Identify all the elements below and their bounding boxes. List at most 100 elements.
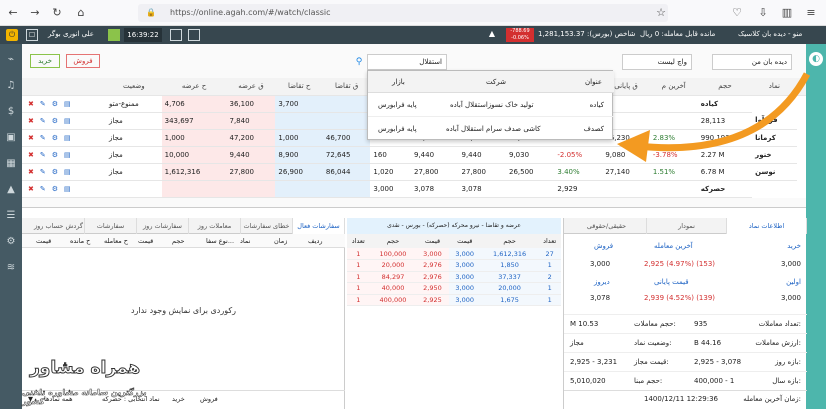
table-cell: 1,000 — [275, 129, 323, 147]
stack-icon[interactable]: ≋ — [4, 262, 18, 274]
edit-icon[interactable]: ✎ — [40, 168, 46, 176]
popup-symbol: کصدف — [583, 125, 604, 133]
doc-icon[interactable]: ▤ — [64, 168, 71, 176]
popup-row[interactable]: کصدف کاشی صدف سرام استقلال آباده پایه فر… — [368, 117, 614, 141]
library-icon[interactable]: ▥ — [780, 6, 794, 20]
edit-icon[interactable]: ✎ — [40, 117, 46, 125]
row-actions: ✖ ✎ ⚙ ▤ — [22, 112, 106, 130]
popup-col-title: عنوان — [585, 78, 602, 86]
orders-header: ردیف زمان نماد نوع سفا... حجم قیمت ح معامله ح م… — [22, 234, 345, 248]
stat-label: حجم معاملات: — [634, 320, 676, 328]
last-time-label: زمان آخرین معامله: — [743, 395, 801, 403]
popup-market: پایه فرابورس — [378, 125, 417, 133]
doc-icon[interactable]: ▤ — [64, 117, 71, 125]
orderbook-column: تعداد — [543, 237, 557, 245]
symbol-cell[interactable]: حصرکه — [697, 180, 753, 198]
search-input[interactable]: استقلال — [367, 54, 447, 70]
doc-icon[interactable]: ▤ — [64, 100, 71, 108]
close-icon[interactable]: ✖ — [28, 100, 34, 108]
close-icon[interactable]: ✖ — [28, 185, 34, 193]
shield-icon: 🔒 — [146, 8, 156, 17]
doc-icon[interactable]: ▤ — [64, 151, 71, 159]
settings-icon[interactable]: ⚙ — [52, 168, 58, 176]
settings-icon[interactable]: ⚙ — [52, 134, 58, 142]
final-label: قیمت پایانی — [654, 278, 689, 286]
settings-icon[interactable]: ⚙ — [52, 185, 58, 193]
table-cell: 72,645 — [322, 146, 371, 164]
tab-orders[interactable]: خطای سفارشات — [241, 218, 293, 234]
power-icon[interactable]: ⏻ — [6, 29, 18, 41]
table-cell: 27,800 — [410, 163, 459, 181]
orderbook-column: حجم — [503, 237, 516, 245]
table-cell: 3,700 — [275, 95, 323, 113]
popup-company: کاشی صدف سرام استقلال آباده — [446, 125, 541, 133]
grid-icon[interactable] — [188, 29, 200, 41]
calendar-icon[interactable]: ▦ — [4, 158, 18, 170]
popup-company: تولید خاک نسوزاستقلال آباده — [450, 101, 534, 109]
orderbook-cell: 2,925 — [416, 294, 449, 306]
search-icon[interactable]: ⚲ — [352, 54, 366, 70]
orderbook-cell: 2,976 — [416, 271, 449, 283]
star-icon[interactable]: ☆ — [654, 6, 668, 20]
sell-button[interactable]: فروش — [66, 54, 100, 68]
tab-info[interactable]: نمودار — [647, 218, 727, 234]
tab-info[interactable]: اطلاعات نماد — [727, 218, 807, 234]
close-icon[interactable]: ✖ — [28, 168, 34, 176]
doc-icon[interactable]: ▤ — [64, 134, 71, 142]
table-row[interactable]: ✖ ✎ ⚙ ▤ 3,000 3,078 3,078 2,929 حصرکه — [22, 180, 806, 198]
buy-button[interactable]: خرید — [30, 54, 60, 68]
settings-icon[interactable]: ⚙ — [52, 151, 58, 159]
forward-icon[interactable]: → — [28, 6, 42, 20]
edit-icon[interactable]: ✎ — [40, 134, 46, 142]
url-text: https://online.agah.com/#/watch/classic — [170, 8, 331, 17]
buy-value: 3,000 — [780, 260, 801, 268]
filter-buy[interactable]: خرید — [172, 395, 185, 403]
tab-orders[interactable]: سفارشات روز — [137, 218, 189, 234]
orders-tabs: سفارشات فعال خطای سفارشات معاملات روز سفارش… — [22, 218, 345, 246]
tab-orders[interactable]: معاملات روز — [189, 218, 241, 234]
final-value: 2,939 (4.52%) (139) — [644, 294, 716, 302]
table-cell: 1,612,316 — [161, 163, 227, 181]
edit-icon[interactable]: ✎ — [40, 185, 46, 193]
dollar-icon[interactable]: $ — [4, 106, 18, 118]
edit-icon[interactable]: ✎ — [40, 100, 46, 108]
first-label: اولین — [786, 278, 801, 286]
list-icon[interactable]: ☰ — [4, 210, 18, 222]
doc-icon[interactable]: ▤ — [64, 185, 71, 193]
table-cell: مجاز — [106, 146, 162, 164]
column-header: ح تقاضا — [275, 78, 323, 96]
watermark-subtitle: بزرگترین سامانه مشاوره تلفنی کشور — [22, 388, 147, 407]
tab-orders[interactable]: سفارشات درانت... — [85, 218, 137, 246]
lock-icon[interactable]: ▣ — [4, 132, 18, 144]
reload-icon[interactable]: ↻ — [50, 6, 64, 20]
stat-label: ارزش معاملات: — [755, 339, 801, 347]
close-icon[interactable]: ✖ — [28, 117, 34, 125]
home-icon[interactable]: ⌂ — [74, 6, 88, 20]
close-icon[interactable]: ✖ — [28, 134, 34, 142]
close-icon[interactable]: ✖ — [28, 151, 34, 159]
edit-icon[interactable]: ✎ — [40, 151, 46, 159]
popup-row[interactable]: کیاده تولید خاک نسوزاستقلال آباده پایه ف… — [368, 93, 614, 117]
stat-value: 2,925 - 3,231 — [570, 358, 618, 366]
filter-sell[interactable]: فروش — [200, 395, 218, 403]
tab-orders[interactable]: سفارشات فعال — [293, 218, 345, 234]
pocket-icon[interactable]: ♡ — [730, 6, 744, 20]
settings-icon[interactable]: ⚙ — [4, 236, 18, 248]
tab-orders[interactable]: گردش حساب روز — [33, 218, 85, 234]
layout-icon[interactable] — [170, 29, 182, 41]
back-icon[interactable]: ← — [6, 6, 20, 20]
popup-symbol: کیاده — [589, 101, 604, 109]
menu-icon[interactable]: ≡ — [804, 6, 818, 20]
tab-info[interactable]: حقیقی/حقوقی — [567, 218, 647, 234]
warning-icon[interactable]: ▲ — [4, 184, 18, 196]
user-icon[interactable]: ☐ — [26, 29, 38, 41]
settings-icon[interactable]: ⚙ — [52, 117, 58, 125]
index-label: شاخص (بورس): 1,281,153.37 — [538, 30, 636, 38]
download-icon[interactable]: ⇩ — [756, 6, 770, 20]
chart-icon[interactable]: ⌁ — [4, 54, 18, 66]
stat-value: 5,010,020 — [570, 377, 606, 385]
bell-icon[interactable]: ♫ — [4, 80, 18, 92]
table-cell — [322, 95, 371, 113]
address-bar[interactable]: 🔒 https://online.agah.com/#/watch/classi… — [138, 4, 668, 22]
settings-icon[interactable]: ⚙ — [52, 100, 58, 108]
